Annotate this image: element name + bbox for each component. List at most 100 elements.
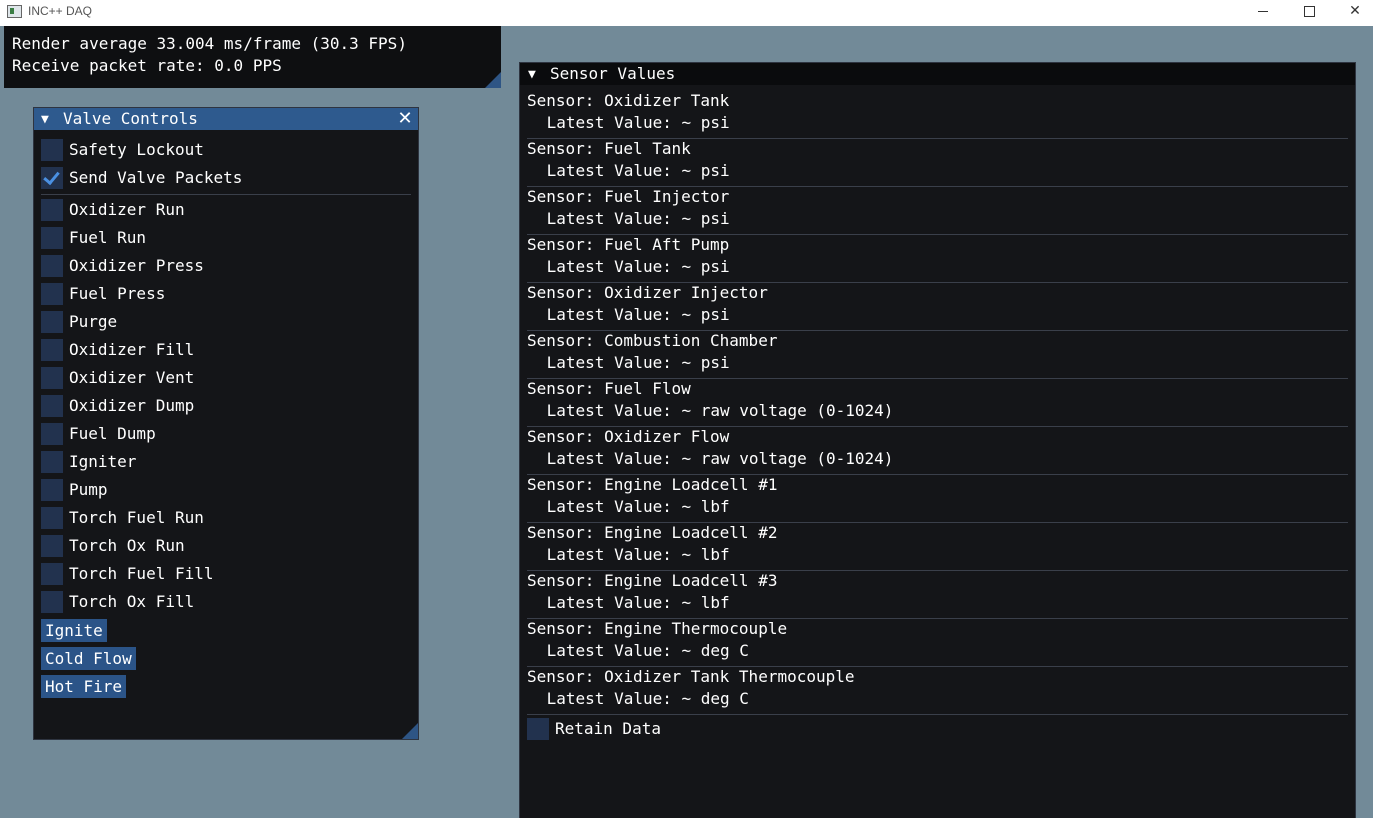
sensor-name: Sensor: Engine Loadcell #3	[527, 571, 778, 590]
valve-controls-title: Valve Controls	[63, 109, 198, 128]
valve-oxidizer-vent-label: Oxidizer Vent	[69, 368, 195, 387]
sensor-values-title: Sensor Values	[550, 64, 676, 83]
valve-torch-ox-fill-label: Torch Ox Fill	[69, 592, 195, 611]
valve-separator	[41, 194, 411, 195]
valve-torch-ox-run-checkbox[interactable]	[41, 535, 63, 557]
sensor-entry: Sensor: Engine Loadcell #2 Latest Value:…	[527, 523, 1348, 571]
sensor-values-window: ▼ Sensor Values Sensor: Oxidizer Tank La…	[519, 62, 1356, 818]
stats-overlay: Render average 33.004 ms/frame (30.3 FPS…	[4, 26, 501, 88]
minimize-button[interactable]	[1240, 0, 1286, 22]
valve-torch-fuel-run-checkbox[interactable]	[41, 507, 63, 529]
valve-torch-ox-fill-row[interactable]: Torch Ox Fill	[41, 591, 194, 613]
send-valve-packets-checkbox-row[interactable]: Send Valve Packets	[41, 167, 242, 189]
sensor-name: Sensor: Combustion Chamber	[527, 331, 778, 350]
overlay-resize-grip[interactable]	[485, 72, 501, 88]
sensor-entry: Sensor: Oxidizer Injector Latest Value: …	[527, 283, 1348, 331]
hot-fire-button[interactable]: Hot Fire	[41, 675, 127, 698]
sensor-latest-value: Latest Value: ~ deg C	[537, 641, 749, 660]
app-icon	[7, 5, 22, 18]
valve-fuel-run-row[interactable]: Fuel Run	[41, 227, 146, 249]
sensor-latest-value: Latest Value: ~ psi	[537, 257, 730, 276]
valve-torch-fuel-fill-checkbox[interactable]	[41, 563, 63, 585]
valve-oxidizer-vent-row[interactable]: Oxidizer Vent	[41, 367, 194, 389]
sensor-latest-value: Latest Value: ~ psi	[537, 161, 730, 180]
collapse-arrow-icon[interactable]: ▼	[41, 113, 59, 126]
safety-lockout-checkbox[interactable]	[41, 139, 63, 161]
window-title: INC++ DAQ	[28, 4, 93, 18]
sensor-latest-value: Latest Value: ~ psi	[537, 305, 730, 324]
valve-fuel-press-row[interactable]: Fuel Press	[41, 283, 165, 305]
ignite-button[interactable]: Ignite	[41, 619, 107, 642]
valve-fuel-run-checkbox[interactable]	[41, 227, 63, 249]
sensor-name: Sensor: Engine Loadcell #2	[527, 523, 778, 542]
sensor-name: Sensor: Fuel Injector	[527, 187, 730, 206]
close-icon[interactable]: ✕	[396, 108, 414, 130]
valve-fuel-press-checkbox[interactable]	[41, 283, 63, 305]
sensor-name: Sensor: Oxidizer Tank	[527, 91, 730, 110]
sensor-latest-value: Latest Value: ~ lbf	[537, 497, 730, 516]
valve-oxidizer-dump-row[interactable]: Oxidizer Dump	[41, 395, 194, 417]
safety-lockout-checkbox-row[interactable]: Safety Lockout	[41, 139, 204, 161]
valve-torch-fuel-run-row[interactable]: Torch Fuel Run	[41, 507, 204, 529]
sensor-name: Sensor: Oxidizer Tank Thermocouple	[527, 667, 855, 686]
maximize-button[interactable]	[1286, 0, 1332, 22]
retain-data-checkbox[interactable]	[527, 718, 549, 740]
valve-oxidizer-fill-checkbox[interactable]	[41, 339, 63, 361]
sensor-latest-value: Latest Value: ~ raw voltage (0-1024)	[537, 449, 894, 468]
valve-oxidizer-run-label: Oxidizer Run	[69, 200, 185, 219]
valve-purge-row[interactable]: Purge	[41, 311, 117, 333]
sensor-entry: Sensor: Engine Loadcell #1 Latest Value:…	[527, 475, 1348, 523]
sensor-latest-value: Latest Value: ~ lbf	[537, 545, 730, 564]
cold-flow-button[interactable]: Cold Flow	[41, 647, 136, 670]
valve-oxidizer-dump-label: Oxidizer Dump	[69, 396, 195, 415]
sensor-entry: Sensor: Fuel Flow Latest Value: ~ raw vo…	[527, 379, 1348, 427]
valve-oxidizer-run-row[interactable]: Oxidizer Run	[41, 199, 185, 221]
sensor-latest-value: Latest Value: ~ psi	[537, 353, 730, 372]
valve-oxidizer-fill-label: Oxidizer Fill	[69, 340, 195, 359]
valve-torch-ox-run-row[interactable]: Torch Ox Run	[41, 535, 185, 557]
sensor-latest-value: Latest Value: ~ lbf	[537, 593, 730, 612]
sensor-entry: Sensor: Oxidizer Tank Thermocouple Lates…	[527, 667, 1348, 715]
valve-controls-titlebar[interactable]: ▼ Valve Controls ✕	[34, 108, 418, 130]
sensor-name: Sensor: Oxidizer Flow	[527, 427, 730, 446]
sensor-latest-value: Latest Value: ~ psi	[537, 113, 730, 132]
valve-torch-ox-fill-checkbox[interactable]	[41, 591, 63, 613]
valve-oxidizer-fill-row[interactable]: Oxidizer Fill	[41, 339, 194, 361]
valve-controls-window: ▼ Valve Controls ✕ Safety Lockout Send Va…	[33, 107, 419, 740]
valve-pump-label: Pump	[69, 480, 108, 499]
valve-fuel-dump-checkbox[interactable]	[41, 423, 63, 445]
sensor-latest-value: Latest Value: ~ raw voltage (0-1024)	[537, 401, 894, 420]
sensor-name: Sensor: Fuel Aft Pump	[527, 235, 730, 254]
valve-purge-checkbox[interactable]	[41, 311, 63, 333]
sensor-values-titlebar[interactable]: ▼ Sensor Values	[520, 63, 1355, 85]
valve-oxidizer-press-checkbox[interactable]	[41, 255, 63, 277]
valve-igniter-label: Igniter	[69, 452, 137, 471]
valve-oxidizer-dump-checkbox[interactable]	[41, 395, 63, 417]
valve-window-resize-grip[interactable]	[402, 723, 418, 739]
minimize-icon	[1258, 10, 1268, 12]
valve-igniter-row[interactable]: Igniter	[41, 451, 136, 473]
close-window-button[interactable]: ✕	[1332, 0, 1373, 22]
valve-pump-checkbox[interactable]	[41, 479, 63, 501]
valve-torch-fuel-fill-row[interactable]: Torch Fuel Fill	[41, 563, 214, 585]
valve-torch-fuel-fill-label: Torch Fuel Fill	[69, 564, 214, 583]
valve-igniter-checkbox[interactable]	[41, 451, 63, 473]
valve-oxidizer-run-checkbox[interactable]	[41, 199, 63, 221]
send-valve-packets-checkbox[interactable]	[41, 167, 63, 189]
sensor-separator	[527, 714, 1348, 715]
window-titlebar: INC++ DAQ ✕	[0, 0, 1373, 26]
valve-oxidizer-vent-checkbox[interactable]	[41, 367, 63, 389]
sensor-entry: Sensor: Oxidizer Flow Latest Value: ~ ra…	[527, 427, 1348, 475]
valve-torch-ox-run-label: Torch Ox Run	[69, 536, 185, 555]
collapse-arrow-icon[interactable]: ▼	[528, 68, 546, 81]
valve-fuel-run-label: Fuel Run	[69, 228, 147, 247]
retain-data-label: Retain Data	[555, 719, 661, 738]
valve-fuel-dump-row[interactable]: Fuel Dump	[41, 423, 156, 445]
valve-oxidizer-press-label: Oxidizer Press	[69, 256, 204, 275]
sensor-entry: Sensor: Engine Thermocouple Latest Value…	[527, 619, 1348, 667]
sensor-entry: Sensor: Oxidizer Tank Latest Value: ~ ps…	[527, 91, 1348, 139]
valve-oxidizer-press-row[interactable]: Oxidizer Press	[41, 255, 204, 277]
valve-pump-row[interactable]: Pump	[41, 479, 108, 501]
close-icon: ✕	[1349, 3, 1361, 19]
retain-data-checkbox-row[interactable]: Retain Data	[527, 718, 661, 740]
